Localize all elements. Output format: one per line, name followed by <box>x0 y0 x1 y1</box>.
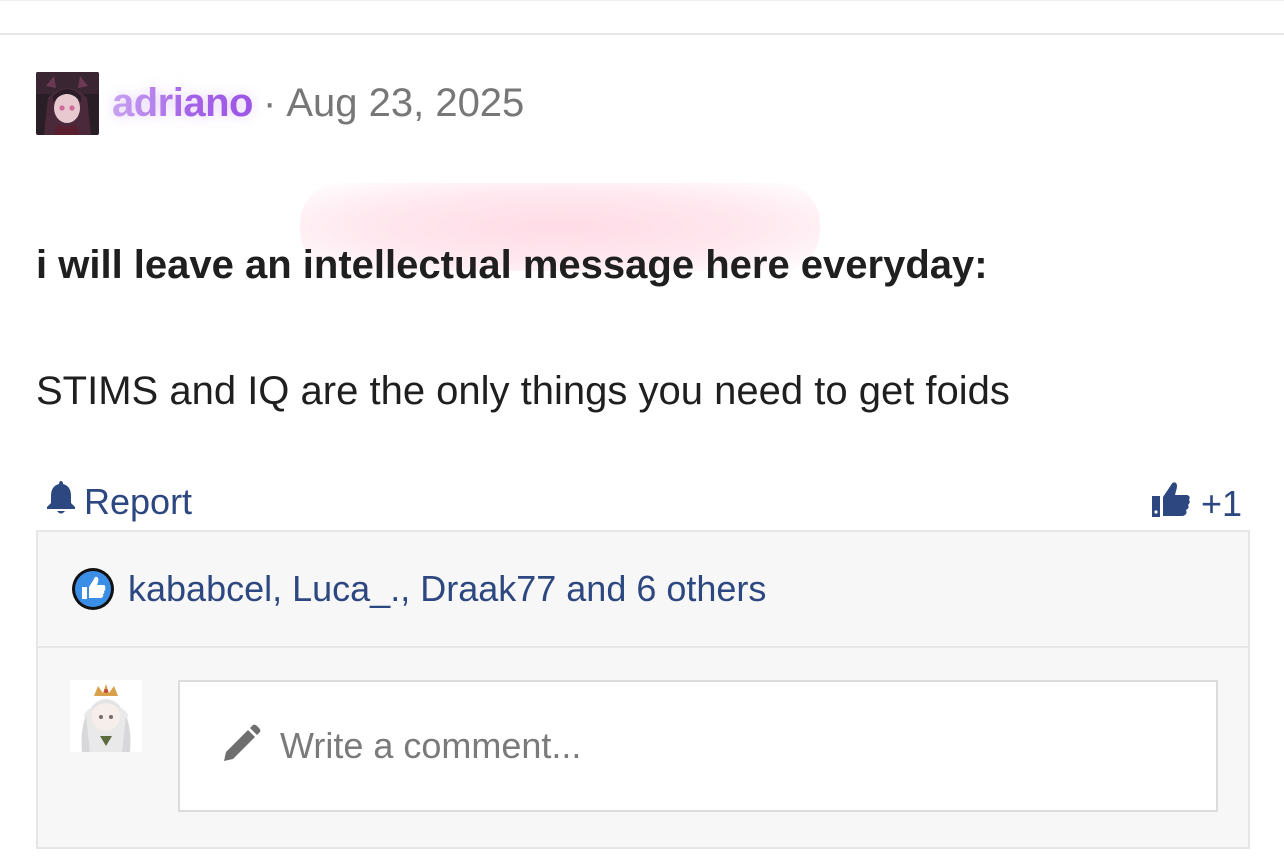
post-card: adriano · Aug 23, 2025 i will leave an i… <box>0 35 1284 860</box>
bell-icon <box>44 479 84 524</box>
post-title: i will leave an intellectual message her… <box>36 243 988 287</box>
author-avatar[interactable] <box>36 71 99 135</box>
comment-input[interactable]: Write a comment... <box>178 680 1218 812</box>
reactions-summary[interactable]: kababcel, Luca_., Draak77 and 6 others <box>128 568 766 610</box>
like-button[interactable]: +1 <box>1151 479 1242 528</box>
thumbs-up-icon <box>1151 479 1201 528</box>
report-button[interactable]: Report <box>44 479 192 524</box>
reactions-panel: kababcel, Luca_., Draak77 and 6 others W… <box>36 530 1250 849</box>
report-label: Report <box>84 480 193 522</box>
comment-placeholder: Write a comment... <box>280 725 582 766</box>
like-count: +1 <box>1200 482 1242 524</box>
commenter-avatar <box>70 680 142 752</box>
comment-composer: Write a comment... <box>38 648 1248 847</box>
reactions-summary-row: kababcel, Luca_., Draak77 and 6 others <box>38 532 1248 648</box>
author-name[interactable]: adriano <box>112 81 253 126</box>
post-header: adriano · Aug 23, 2025 <box>36 71 524 135</box>
header-separator: · <box>262 80 277 125</box>
pencil-icon <box>180 723 262 770</box>
post-date: Aug 23, 2025 <box>286 80 525 125</box>
top-divider-faint <box>0 0 1284 1</box>
like-badge-icon <box>70 566 116 612</box>
post-body: STIMS and IQ are the only things you nee… <box>36 369 1010 413</box>
